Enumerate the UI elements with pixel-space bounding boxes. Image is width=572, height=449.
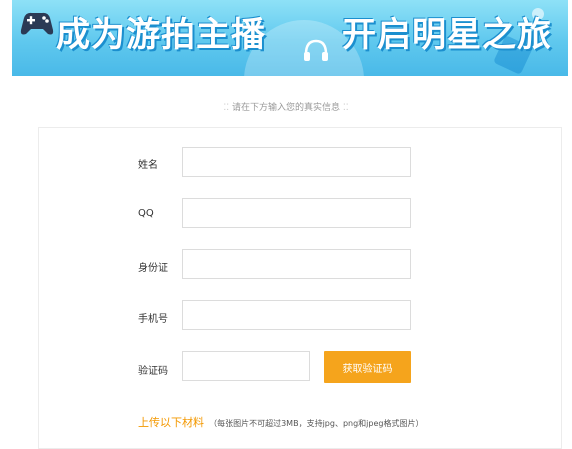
upload-note: （每张图片不可超过3MB，支持jpg、png和jpeg格式图片） xyxy=(209,419,424,428)
id-card-label: 身份证 xyxy=(138,263,168,274)
name-label: 姓名 xyxy=(138,160,158,171)
banner-title-left: 成为游拍主播 xyxy=(56,15,266,55)
get-code-button[interactable]: 获取验证码 xyxy=(324,351,411,383)
phone-input[interactable] xyxy=(182,300,411,330)
header-banner: 成为游拍主播 开启明星之旅 xyxy=(12,0,568,76)
upload-title: 上传以下材料 xyxy=(138,416,204,429)
qq-label: QQ xyxy=(138,208,154,219)
upload-section: 上传以下材料 （每张图片不可超过3MB，支持jpg、png和jpeg格式图片） xyxy=(138,411,423,430)
name-input[interactable] xyxy=(182,147,411,177)
instruction-hint: ⁚⁚ 请在下方输入您的真实信息 ⁚⁚ xyxy=(0,100,572,113)
verification-code-label: 验证码 xyxy=(138,366,168,377)
verification-code-input[interactable] xyxy=(182,351,310,381)
gamepad-icon xyxy=(20,12,54,35)
phone-label: 手机号 xyxy=(138,314,168,325)
hint-bracket-right: ⁚⁚ xyxy=(342,103,349,113)
qq-input[interactable] xyxy=(182,198,411,228)
banner-title-right: 开启明星之旅 xyxy=(342,15,552,55)
id-card-input[interactable] xyxy=(182,249,411,279)
hint-bracket-left: ⁚⁚ xyxy=(223,103,230,113)
headphone-icon xyxy=(304,39,328,61)
hint-text: 请在下方输入您的真实信息 xyxy=(231,103,340,113)
